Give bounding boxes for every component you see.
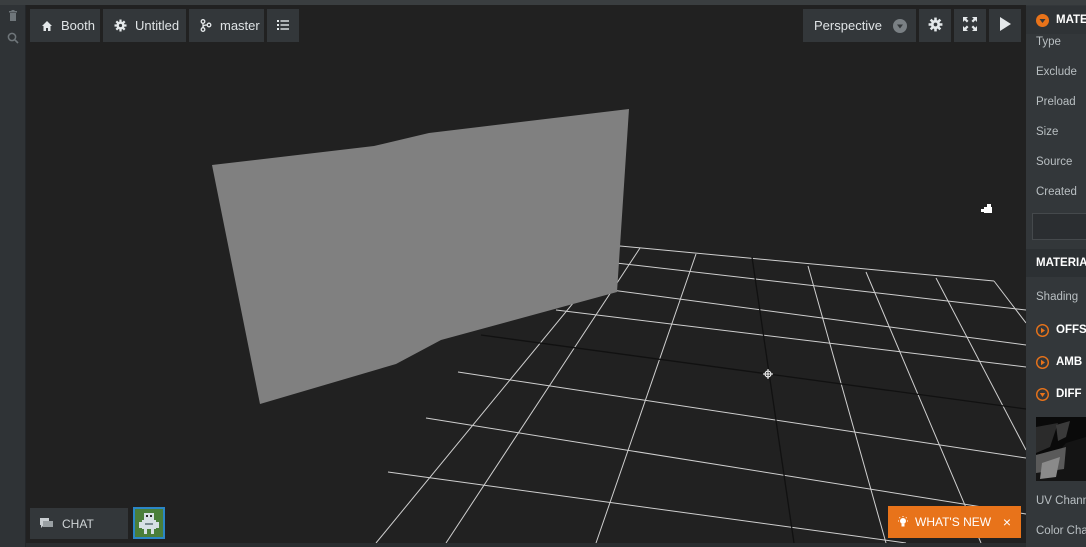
whats-new-banner[interactable]: WHAT'S NEW × xyxy=(888,506,1021,538)
field-label: Size xyxy=(1036,126,1059,138)
uv-channel-label: UV Chann xyxy=(1036,495,1086,507)
asset-section-header[interactable]: MATE xyxy=(1026,6,1086,34)
viewport-settings-button[interactable] xyxy=(919,9,951,42)
chevron-down-icon xyxy=(893,19,907,36)
field-label: Exclude xyxy=(1036,66,1077,78)
gear-icon xyxy=(928,17,943,35)
field-label: Source xyxy=(1036,156,1073,168)
expand-arrow-icon xyxy=(1036,323,1049,337)
viewport-bottom-border xyxy=(26,543,1026,547)
texture-thumbnail[interactable] xyxy=(1036,417,1086,481)
color-channel-label: Color Cha xyxy=(1036,525,1086,537)
scene-canvas xyxy=(212,109,1026,543)
menu-button[interactable] xyxy=(267,9,299,42)
material-section-header[interactable]: MATERIA xyxy=(1026,249,1086,277)
lightbulb-icon xyxy=(897,516,909,528)
field-label: Type xyxy=(1036,36,1061,48)
diffuse-section-title: DIFF xyxy=(1056,388,1082,400)
close-icon[interactable]: × xyxy=(1003,514,1011,530)
home-icon xyxy=(41,20,53,32)
diffuse-section-header[interactable]: DIFF xyxy=(1026,380,1086,408)
project-button[interactable]: Booth xyxy=(30,9,100,42)
ambient-section-title: AMB xyxy=(1056,356,1083,368)
camera-select[interactable]: Perspective xyxy=(803,9,916,42)
expand-arrow-icon xyxy=(1036,355,1049,369)
scene-label: Untitled xyxy=(135,18,180,33)
left-sidebar xyxy=(0,5,26,547)
asset-action-button[interactable] xyxy=(1032,213,1086,240)
search-icon xyxy=(7,32,19,44)
collapse-arrow-icon xyxy=(1036,387,1049,401)
camera-label: Perspective xyxy=(814,18,882,33)
play-button[interactable] xyxy=(989,9,1021,42)
camera-gizmo[interactable] xyxy=(981,204,992,213)
chat-icon xyxy=(40,517,53,530)
field-label: Created xyxy=(1036,186,1077,198)
delete-button[interactable] xyxy=(0,5,25,27)
fullscreen-button[interactable] xyxy=(954,9,986,42)
avatar[interactable] xyxy=(133,507,165,539)
material-section-title: MATERIA xyxy=(1036,257,1086,269)
avatar-icon xyxy=(135,509,163,537)
branch-button[interactable]: master xyxy=(189,9,264,42)
offset-section-header[interactable]: OFFS xyxy=(1026,316,1086,344)
viewport-3d[interactable] xyxy=(26,5,1026,543)
inspector-panel: MATE Type Exclude Preload Size Source Cr… xyxy=(1026,5,1086,547)
project-label: Booth xyxy=(61,18,95,33)
collapse-icon xyxy=(1036,13,1049,27)
field-label: Preload xyxy=(1036,96,1076,108)
branch-label: master xyxy=(220,18,260,33)
list-icon xyxy=(277,18,289,33)
asset-section-title: MATE xyxy=(1056,14,1086,26)
shading-label: Shading xyxy=(1036,291,1079,303)
play-icon xyxy=(999,17,1011,34)
trash-icon xyxy=(8,10,17,21)
ambient-section-header[interactable]: AMB xyxy=(1026,348,1086,376)
light-gizmo[interactable] xyxy=(763,369,773,379)
expand-icon xyxy=(963,17,977,34)
gear-icon xyxy=(114,19,127,32)
chat-label: CHAT xyxy=(62,516,94,531)
whats-new-label: WHAT'S NEW xyxy=(915,515,992,529)
chat-button[interactable]: CHAT xyxy=(30,508,128,539)
search-button[interactable] xyxy=(0,27,25,49)
scene-settings-button[interactable]: Untitled xyxy=(103,9,186,42)
branch-icon xyxy=(200,19,212,32)
offset-section-title: OFFS xyxy=(1056,324,1086,336)
